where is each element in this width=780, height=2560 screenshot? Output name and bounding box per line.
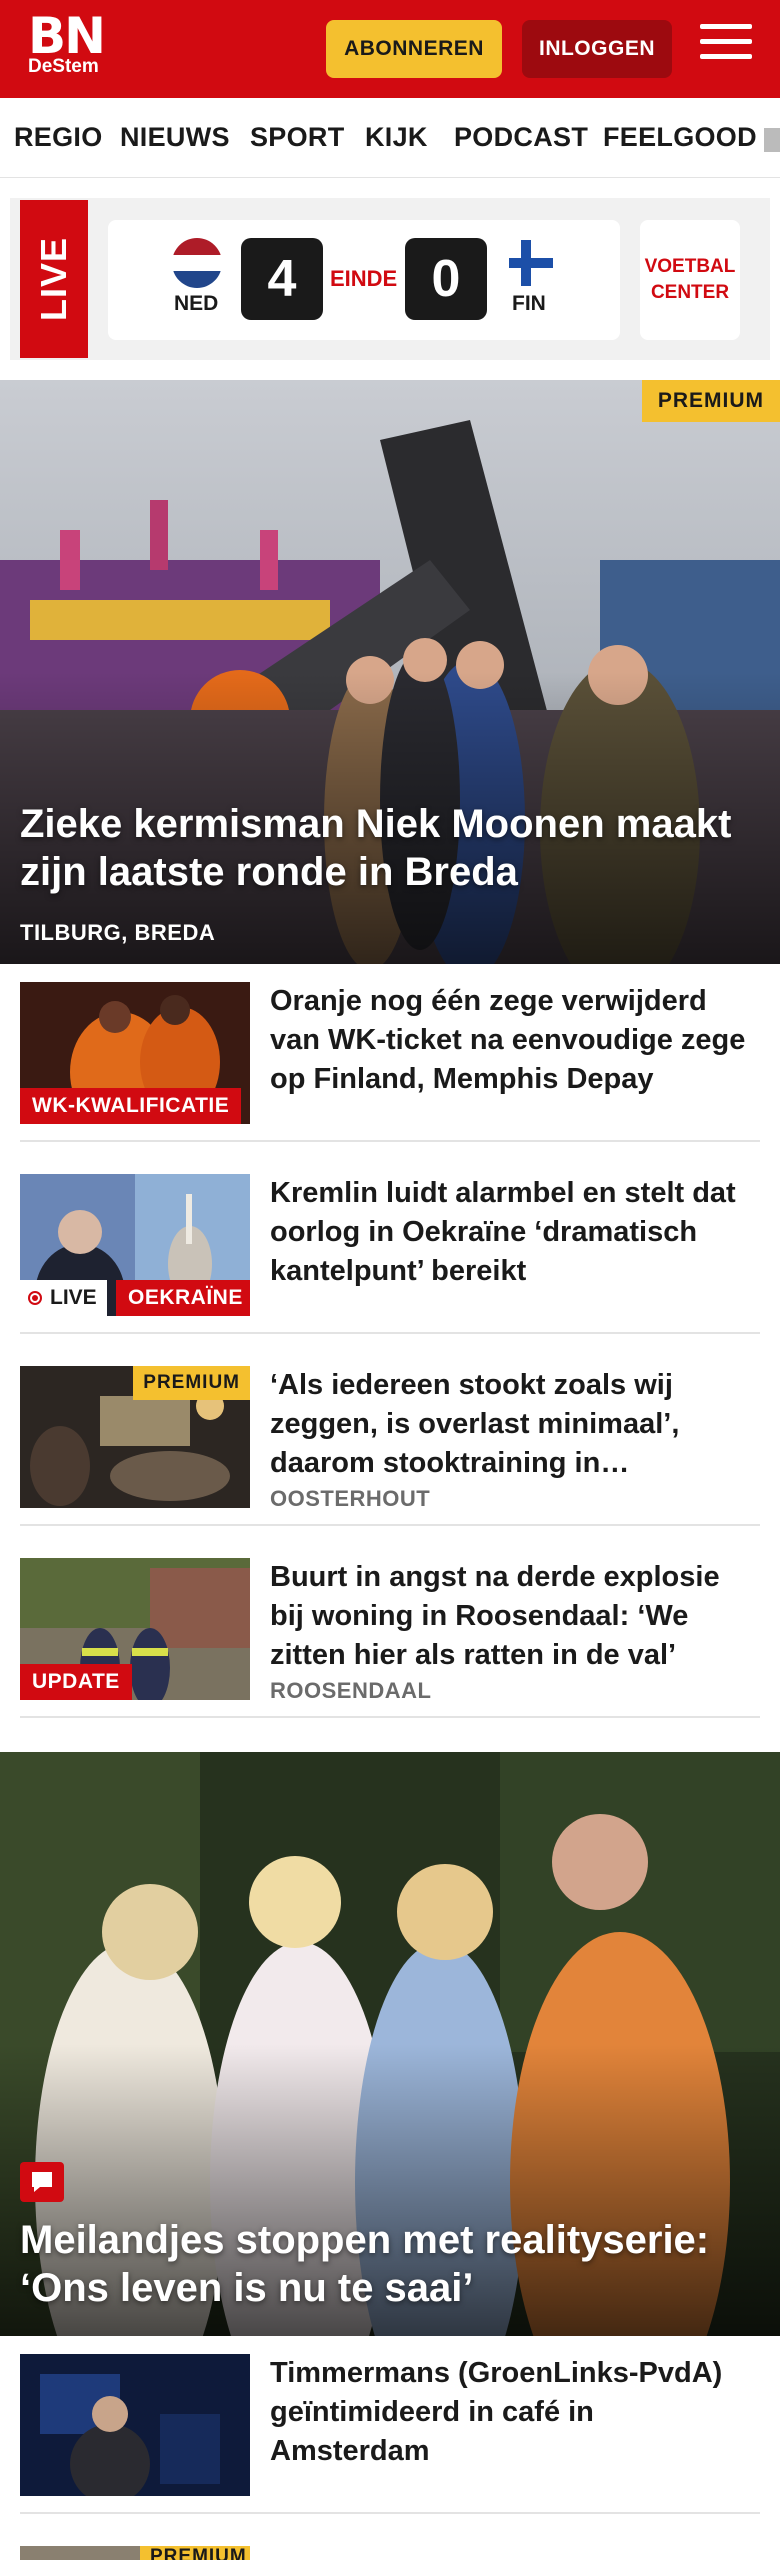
nav-item-sport[interactable]: SPORT <box>250 122 345 153</box>
article-thumbnail: UPDATE <box>20 1558 250 1700</box>
site-header: BN DeStem ABONNEREN INLOGGEN <box>0 0 780 98</box>
nav-overflow-indicator <box>764 128 780 152</box>
article-title[interactable]: Buurt in angst na derde explosie bij won… <box>270 1558 750 1675</box>
article-item[interactable]: Timmermans (GroenLinks-PvdA) geïntimidee… <box>20 2336 760 2514</box>
article-title[interactable]: ‘Als iedereen stookt zoals wij zeggen, i… <box>270 1366 750 1483</box>
logo-subtitle: DeStem <box>28 56 99 77</box>
logo[interactable]: BN DeStem <box>28 7 106 78</box>
featured-title[interactable]: Meilandjes stoppen met realityserie: ‘On… <box>20 2216 760 2312</box>
article-title[interactable]: Timmermans (GroenLinks-PvdA) geïntimidee… <box>270 2354 750 2471</box>
live-tag-label: LIVE <box>33 237 74 322</box>
category-label: OEKRAÏNE <box>116 1280 250 1316</box>
section-nav: REGIO NIEUWS SPORT KIJK PODCAST FEELGOOD <box>0 98 780 178</box>
hero-location: TILBURG, BREDA <box>20 920 216 945</box>
article-thumbnail: WK-KWALIFICATIE <box>20 982 250 1124</box>
hero-article[interactable]: PREMIUM Zieke kermisman Niek Moonen maak… <box>0 380 780 964</box>
news-photo <box>20 2354 250 2496</box>
article-thumbnail-partial: PREMIUM <box>20 2546 250 2560</box>
finland-flag-icon <box>509 240 553 286</box>
article-location: ROOSENDAAL <box>270 1678 432 1703</box>
category-label: WK-KWALIFICATIE <box>20 1088 242 1124</box>
match-status: EINDE <box>330 266 398 291</box>
nav-item-feelgood[interactable]: FEELGOOD <box>603 122 757 153</box>
nav-item-regio[interactable]: REGIO <box>14 122 103 153</box>
article-item[interactable]: LIVE OEKRAÏNE Kremlin luidt alarmbel en … <box>20 1156 760 1334</box>
article-title[interactable]: Kremlin luidt alarmbel en stelt dat oorl… <box>270 1174 750 1291</box>
home-team-name: NED <box>174 292 219 315</box>
login-button[interactable]: INLOGGEN <box>522 20 672 78</box>
article-thumbnail: LIVE OEKRAÏNE <box>20 1174 250 1316</box>
away-score: 0 <box>405 238 487 320</box>
premium-badge: PREMIUM <box>133 1366 250 1400</box>
article-title[interactable]: Oranje nog één zege verwijderd van WK-ti… <box>270 982 750 1099</box>
subscribe-button[interactable]: ABONNEREN <box>326 20 502 78</box>
nav-item-kijk[interactable]: KIJK <box>365 122 428 153</box>
live-tag: LIVE <box>20 200 88 358</box>
hamburger-menu-icon[interactable] <box>700 24 752 72</box>
premium-badge: PREMIUM <box>641 380 780 422</box>
article-thumbnail: PREMIUM <box>20 1366 250 1508</box>
article-location: OOSTERHOUT <box>270 1486 431 1511</box>
live-dot-icon <box>28 1291 42 1305</box>
article-item[interactable]: WK-KWALIFICATIE Oranje nog één zege verw… <box>20 964 760 1142</box>
nav-item-podcast[interactable]: PODCAST <box>454 122 588 153</box>
premium-badge: PREMIUM <box>140 2546 250 2560</box>
away-team-name: FIN <box>512 292 546 315</box>
netherlands-flag-icon <box>172 238 222 288</box>
logo-mark: BN <box>28 7 106 65</box>
voetbal-center-label-1: VOETBAL <box>644 256 736 277</box>
voetbal-center-label-2: CENTER <box>650 282 730 303</box>
article-item[interactable]: UPDATE Buurt in angst na derde explosie … <box>20 1540 760 1718</box>
article-thumbnail <box>20 2354 250 2496</box>
category-label: UPDATE <box>20 1664 132 1700</box>
hero-title[interactable]: Zieke kermisman Niek Moonen maakt zijn l… <box>20 800 760 896</box>
nav-item-nieuws[interactable]: NIEUWS <box>120 122 230 153</box>
home-score: 4 <box>241 238 323 320</box>
article-item[interactable]: PREMIUM ‘Als iedereen stookt zoals wij z… <box>20 1348 760 1526</box>
live-badge-label: LIVE <box>50 1286 97 1309</box>
live-badge: LIVE <box>20 1280 107 1316</box>
comment-icon <box>20 2162 64 2202</box>
voetbal-center-button[interactable]: VOETBAL CENTER <box>640 220 740 340</box>
